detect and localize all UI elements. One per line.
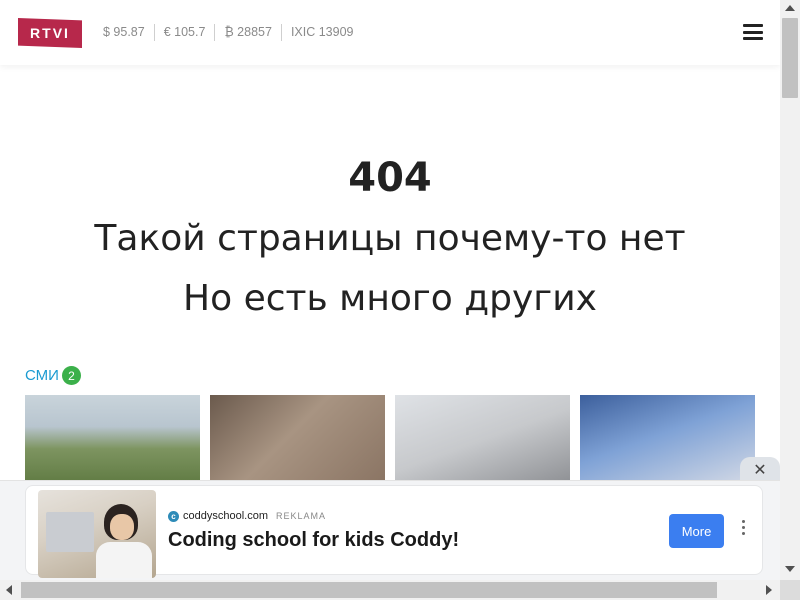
- ticker-ixic: IXIC 13909: [280, 24, 363, 41]
- scroll-right-icon[interactable]: [766, 585, 772, 595]
- error-submessage: Но есть много других: [183, 278, 597, 319]
- vertical-scrollbar[interactable]: [780, 0, 800, 580]
- ad-close-icon[interactable]: ✕: [740, 457, 780, 481]
- site-header: RTVI $ 95.87 € 105.7 ₿ 28857 IXIC 13909: [0, 0, 780, 65]
- scroll-left-icon[interactable]: [6, 585, 12, 595]
- hamburger-menu-icon[interactable]: [743, 24, 763, 40]
- currency-tickers: $ 95.87 € 105.7 ₿ 28857 IXIC 13909: [103, 24, 362, 41]
- ad-title[interactable]: Coding school for kids Coddy!: [168, 529, 459, 552]
- error-code: 404: [348, 155, 432, 201]
- news-cards: [25, 395, 755, 485]
- ad-more-button[interactable]: More: [669, 514, 724, 548]
- horizontal-scrollbar[interactable]: [0, 580, 780, 600]
- logo-text: RTVI: [30, 25, 70, 41]
- ad-card[interactable]: c coddyschool.com REKLAMA Coding school …: [25, 485, 763, 578]
- ad-label: REKLAMA: [276, 511, 327, 521]
- rtvi-logo[interactable]: RTVI: [18, 18, 82, 48]
- news-card-image-1[interactable]: [25, 395, 200, 485]
- ticker-eur: € 105.7: [153, 24, 215, 41]
- ad-banner: c coddyschool.com REKLAMA Coding school …: [0, 480, 780, 580]
- section-count-badge: 2: [61, 366, 81, 385]
- ad-image[interactable]: [38, 490, 156, 578]
- ad-domain: coddyschool.com: [183, 510, 268, 522]
- news-card-image-2[interactable]: [210, 395, 385, 485]
- coddy-logo-icon: c: [168, 510, 179, 522]
- news-card-image-3[interactable]: [395, 395, 570, 485]
- horizontal-scroll-thumb[interactable]: [21, 582, 717, 598]
- scrollbar-corner: [780, 580, 800, 600]
- section-label[interactable]: СМИ: [25, 367, 59, 384]
- kebab-menu-icon[interactable]: [742, 520, 746, 538]
- section-title[interactable]: СМИ 2: [25, 366, 81, 385]
- news-card-image-4[interactable]: [580, 395, 755, 485]
- scroll-down-icon[interactable]: [785, 566, 795, 572]
- scroll-up-icon[interactable]: [785, 5, 795, 11]
- error-message: Такой страницы почему-то нет: [94, 218, 686, 259]
- vertical-scroll-thumb[interactable]: [782, 18, 798, 98]
- ticker-btc: ₿ 28857: [214, 24, 281, 41]
- ad-source: c coddyschool.com REKLAMA: [168, 510, 326, 522]
- ticker-usd: $ 95.87: [103, 25, 145, 39]
